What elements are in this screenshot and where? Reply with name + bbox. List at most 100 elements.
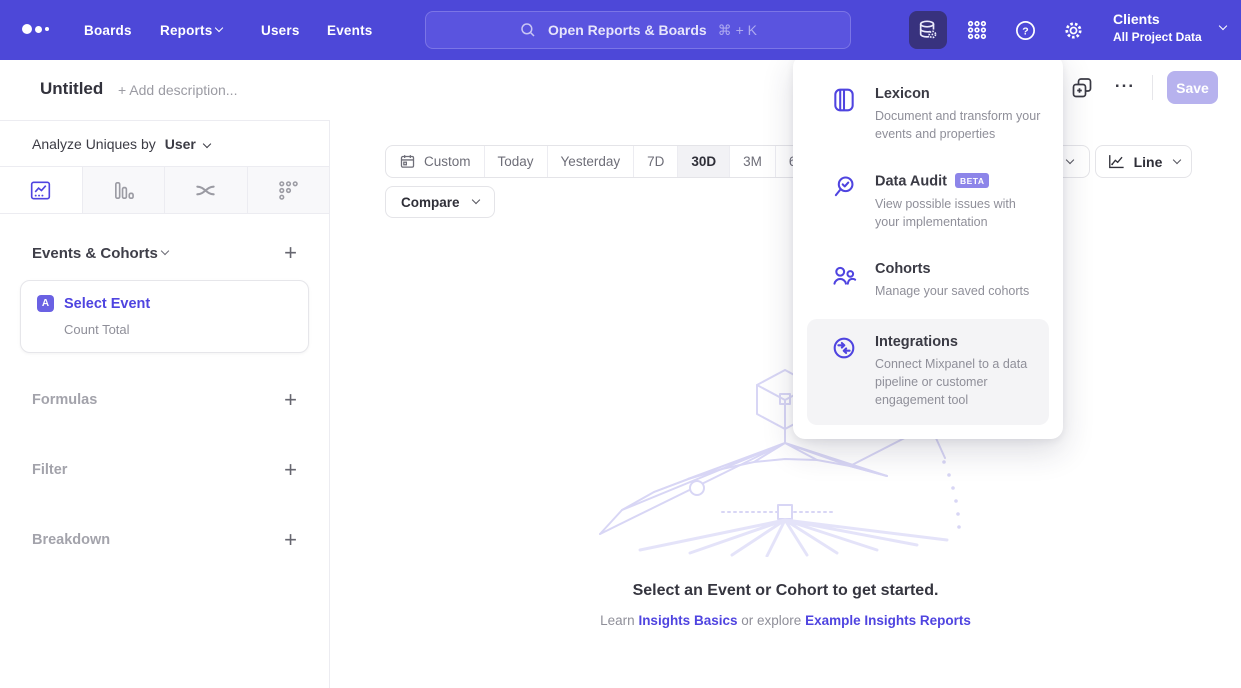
apps-grid-button[interactable] <box>958 11 996 49</box>
analyze-value: User <box>165 136 196 152</box>
event-card[interactable]: A Select Event Count Total <box>20 280 309 353</box>
date-range-30d[interactable]: 30D <box>678 146 730 177</box>
menu-item-title-text: Data Audit <box>875 174 947 190</box>
analyze-label: Analyze Uniques by <box>32 136 156 152</box>
add-event-button[interactable]: + <box>284 242 297 264</box>
beta-badge: BETA <box>955 173 990 188</box>
data-management-button[interactable] <box>909 11 947 49</box>
menu-item-cohorts[interactable]: Cohorts Manage your saved cohorts <box>793 246 1063 315</box>
duplicate-report-button[interactable] <box>1070 76 1094 100</box>
menu-item-data-audit[interactable]: Data Audit BETA View possible issues with… <box>793 158 1063 246</box>
menu-item-lexicon[interactable]: Lexicon Document and transform your even… <box>793 71 1063 158</box>
add-filter-button[interactable]: + <box>284 459 297 481</box>
nav-item-users[interactable]: Users <box>261 0 300 60</box>
header-divider <box>1152 75 1153 100</box>
project-scope: All Project Data <box>1113 29 1202 45</box>
grid-icon <box>966 19 988 41</box>
bar-chart-icon <box>112 179 135 202</box>
data-management-dropdown: Lexicon Document and transform your even… <box>793 55 1063 439</box>
tab-retention[interactable] <box>248 167 330 213</box>
menu-item-description: Document and transform your events and p… <box>875 107 1043 143</box>
project-selector[interactable]: Clients All Project Data <box>1113 11 1226 45</box>
insights-line-chart-icon <box>29 179 52 202</box>
example-reports-link[interactable]: Example Insights Reports <box>805 613 971 628</box>
line-chart-icon <box>1107 152 1126 171</box>
events-cohorts-header: Events & Cohorts + <box>0 214 329 264</box>
formulas-label: Formulas <box>32 392 97 408</box>
menu-item-title: Lexicon <box>875 86 1043 102</box>
chevron-down-icon <box>1173 155 1181 163</box>
menu-item-description: Manage your saved cohorts <box>875 282 1029 300</box>
filter-label: Filter <box>32 462 67 478</box>
nav-item-label: Reports <box>160 23 212 38</box>
more-options-button[interactable]: ... <box>1110 72 1140 92</box>
analyze-value-dropdown[interactable]: User <box>165 136 210 152</box>
save-button[interactable]: Save <box>1167 71 1218 104</box>
event-metric-selector[interactable]: Count Total <box>64 322 292 337</box>
insights-basics-link[interactable]: Insights Basics <box>638 613 737 628</box>
nav-item-label: Users <box>261 23 300 38</box>
add-breakdown-button[interactable]: + <box>284 529 297 551</box>
menu-item-title: Cohorts <box>875 261 1029 277</box>
chevron-down-icon <box>161 247 169 255</box>
nav-item-label: Boards <box>84 23 132 38</box>
analyze-uniques-row: Analyze Uniques by User <box>0 121 329 166</box>
chart-type-dropdown[interactable]: Line <box>1095 145 1192 178</box>
chart-type-label: Line <box>1134 154 1163 170</box>
date-range-custom[interactable]: Custom <box>386 146 485 177</box>
date-range-yesterday[interactable]: Yesterday <box>548 146 635 177</box>
date-range-7d[interactable]: 7D <box>634 146 678 177</box>
compare-label: Compare <box>401 195 460 210</box>
nav-item-boards[interactable]: Boards <box>84 0 132 60</box>
date-range-label: Today <box>498 154 534 169</box>
date-range-3m[interactable]: 3M <box>730 146 776 177</box>
date-range-label: 30D <box>691 154 716 169</box>
tab-funnels[interactable] <box>83 167 166 213</box>
chevron-down-icon <box>471 196 479 204</box>
date-range-label: Custom <box>424 154 471 169</box>
tab-insights[interactable] <box>0 167 83 213</box>
top-navigation-bar: Boards Reports Users Events Open Reports… <box>0 0 1241 60</box>
gear-icon <box>1062 19 1085 42</box>
middle-text: or explore <box>741 613 801 628</box>
help-button[interactable]: ? <box>1006 11 1044 49</box>
mixpanel-logo-icon[interactable] <box>22 24 49 34</box>
calendar-icon <box>399 153 416 170</box>
chevron-down-icon <box>215 24 223 32</box>
global-search-button[interactable]: Open Reports & Boards ⌘ + K <box>425 11 851 49</box>
nav-item-reports[interactable]: Reports <box>160 0 222 60</box>
database-gear-icon <box>917 19 939 41</box>
compare-button[interactable]: Compare <box>385 186 495 218</box>
flow-icon <box>194 179 217 202</box>
date-range-label: 3M <box>743 154 762 169</box>
cohorts-users-icon <box>831 262 857 288</box>
nav-item-events[interactable]: Events <box>327 0 372 60</box>
data-audit-icon <box>831 174 857 200</box>
formulas-section: Formulas + <box>0 365 329 435</box>
report-type-tabs <box>0 166 329 214</box>
empty-state-subtitle: Learn Insights Basics or explore Example… <box>330 613 1241 628</box>
menu-item-description: View possible issues with your implement… <box>875 195 1043 231</box>
menu-item-integrations[interactable]: Integrations Connect Mixpanel to a data … <box>807 319 1049 424</box>
empty-state-title: Select an Event or Cohort to get started… <box>330 582 1241 600</box>
add-formula-button[interactable]: + <box>284 389 297 411</box>
select-event-button[interactable]: Select Event <box>64 296 150 312</box>
breakdown-label: Breakdown <box>32 532 110 548</box>
menu-item-title: Integrations <box>875 334 1039 350</box>
settings-button[interactable] <box>1054 11 1092 49</box>
query-builder-sidebar: Analyze Uniques by User <box>0 120 330 688</box>
search-icon <box>519 21 537 39</box>
date-range-label: Yesterday <box>561 154 621 169</box>
menu-item-title: Data Audit BETA <box>875 173 1043 190</box>
add-description-field[interactable]: + Add description... <box>118 82 237 98</box>
search-shortcut: ⌘ + K <box>718 22 757 39</box>
date-range-today[interactable]: Today <box>485 146 548 177</box>
report-title[interactable]: Untitled <box>40 79 103 99</box>
lexicon-book-icon <box>831 87 857 113</box>
retention-dots-icon <box>277 179 300 202</box>
tab-flows[interactable] <box>165 167 248 213</box>
nav-item-label: Events <box>327 23 372 38</box>
events-cohorts-label[interactable]: Events & Cohorts <box>32 245 158 262</box>
question-mark-icon: ? <box>1014 19 1037 42</box>
chevron-down-icon <box>1218 22 1226 30</box>
